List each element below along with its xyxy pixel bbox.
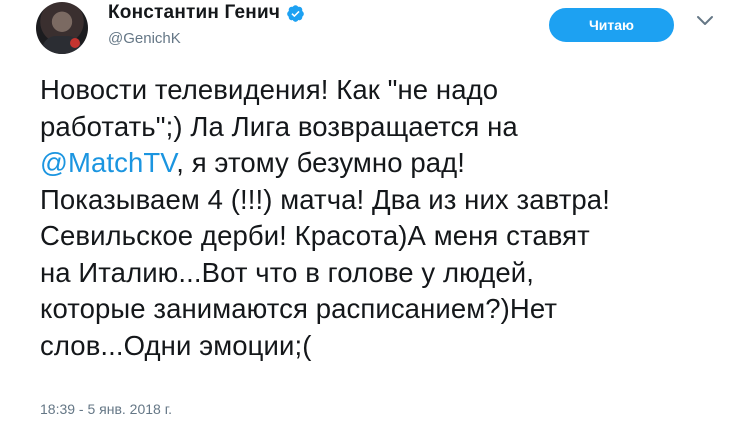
tweet-line: работать";) Ла Лига возвращается на xyxy=(40,110,518,142)
tweet-line: Новости телевидения! Как "не надо xyxy=(40,74,499,105)
tweet-line-text: , я этому безумно рад! xyxy=(176,147,466,178)
tweet-card: Константин Генич @GenichK Читаю Новости … xyxy=(0,0,730,429)
tweet-line: слов...Одни эмоции;( xyxy=(40,329,312,361)
avatar[interactable] xyxy=(36,2,88,54)
following-button[interactable]: Читаю xyxy=(549,8,674,42)
author-display-name[interactable]: Константин Генич xyxy=(108,2,280,24)
chevron-down-icon[interactable] xyxy=(696,14,714,28)
tweet-text: Новости телевидения! Как "не надо работа… xyxy=(40,72,722,364)
tweet-line: Севильское дерби! Красота)А меня ставят xyxy=(40,220,590,251)
tweet-timestamp[interactable]: 18:39 - 5 янв. 2018 г. xyxy=(40,401,172,417)
tweet-line: Показываем 4 (!!!) матча! Два из них зав… xyxy=(40,183,610,215)
mention-link[interactable]: @MatchTV xyxy=(40,147,176,178)
author-name-row: Константин Генич xyxy=(108,2,305,24)
verified-badge-icon xyxy=(287,4,304,22)
author-handle[interactable]: @GenichK xyxy=(108,30,181,47)
tweet-line: на Италию...Вот что в голове у людей, xyxy=(40,256,534,288)
tweet-line: @MatchTV, я этому безумно рад! xyxy=(40,145,722,182)
tweet-line: которые занимаются расписанием?)Нет xyxy=(40,293,558,324)
